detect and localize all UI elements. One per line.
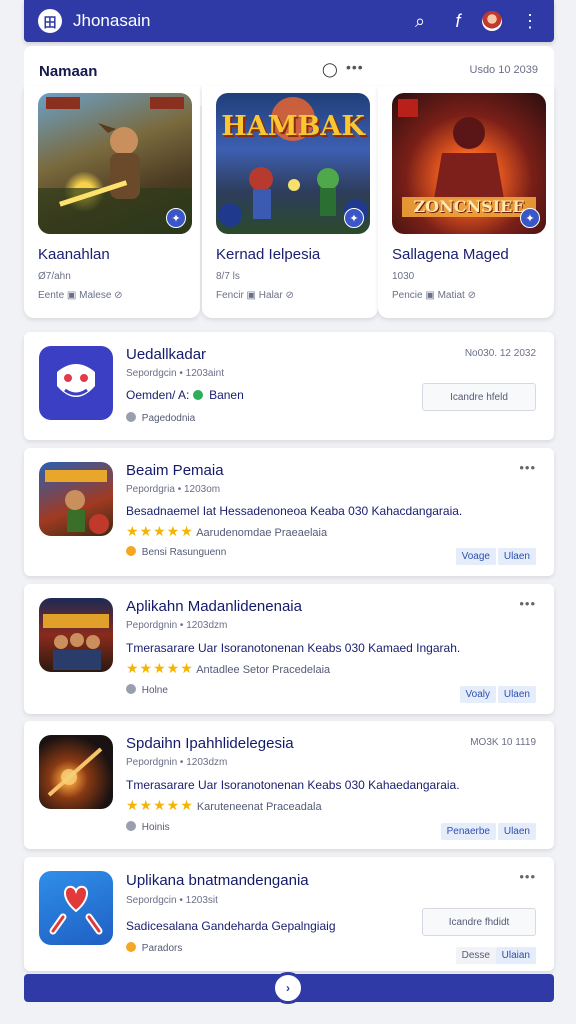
avatar[interactable] <box>482 11 502 31</box>
app-subtitle: Pepordgria • 1203om <box>126 484 221 495</box>
star-rating-icon: ★★★★★ <box>126 797 194 813</box>
share-icon[interactable]: f <box>448 11 468 32</box>
app-rating: ★★★★★ Antadlee Setor Pracedelaia <box>126 660 331 676</box>
app-footer: Pagedodnia <box>126 412 195 424</box>
bottom-nav-bar: › <box>24 972 554 1004</box>
app-name[interactable]: Beaim Pemaia <box>126 462 224 479</box>
clock-icon <box>126 412 136 422</box>
app-subtitle: Pepordgnin • 1203dzm <box>126 620 228 631</box>
app-footer: Bensi Rasunguenn <box>126 546 226 558</box>
game-thumbnail: ZONCNSIEE ✦ <box>392 93 546 234</box>
app-icon <box>39 462 113 536</box>
bulb-icon[interactable]: ◯ <box>322 61 338 78</box>
app-icon <box>39 346 113 420</box>
app-rating: ★★★★★ Karuteneenat Praceadala <box>126 797 322 813</box>
app-date: No030. 12 2032 <box>464 348 536 359</box>
app-name[interactable]: Uplikana bnatmandengania <box>126 872 309 889</box>
badge-icon: ✦ <box>166 208 186 228</box>
featured-card-meta: Pencie ▣ Matiat ⊘ <box>392 290 476 301</box>
app-title: Jhonasain <box>73 11 151 30</box>
app-list-item[interactable]: Spdaihn Ipahhlidelegesia Pepordgnin • 12… <box>24 721 554 849</box>
app-icon <box>39 871 113 945</box>
featured-card-meta: Eente ▣ Malese ⊘ <box>38 290 123 301</box>
star-rating-icon: ★★★★★ <box>126 523 194 539</box>
action-button[interactable]: Icandre hfeld <box>422 383 536 411</box>
top-app-bar: 田 Jhonasain ⌕ f ⋮ <box>24 0 554 42</box>
search-icon[interactable]: ⌕ <box>410 11 430 32</box>
app-description: Sadicesalana Gandeharda Gepalngiaig <box>126 919 336 933</box>
app-name[interactable]: Aplikahn Madanlidenenaia <box>126 598 302 615</box>
chip-button[interactable]: Ulaen <box>497 686 536 703</box>
featured-card-name: Kaanahlan <box>38 246 110 263</box>
chip-button[interactable]: Voage <box>455 548 496 565</box>
app-footer: Hoinis <box>126 821 170 833</box>
featured-more-icon[interactable]: ••• <box>346 59 364 75</box>
featured-card[interactable]: ✦ Kaanahlan Ø7/ahn Eente ▣ Malese ⊘ <box>24 86 200 318</box>
app-footer: Paradors <box>126 942 182 954</box>
app-date: MO3K 10 1119 <box>470 737 536 748</box>
chip-button[interactable]: Ulaen <box>497 548 536 565</box>
featured-card-meta: Fencir ▣ Halar ⊘ <box>216 290 294 301</box>
app-description: Oemden/ A: Banen <box>126 388 244 402</box>
more-icon[interactable]: ••• <box>519 460 536 475</box>
app-description: Tmerasarare Uar Isoranotonenan Keabs 030… <box>126 778 460 792</box>
more-vert-icon[interactable]: ⋮ <box>520 11 540 32</box>
game-thumbnail: HAMBAK ✦ <box>216 93 370 234</box>
chip-button[interactable]: Penaerbe <box>440 823 496 840</box>
app-list-item[interactable]: Aplikahn Madanlidenenaia Pepordgnin • 12… <box>24 584 554 714</box>
featured-title: Namaan <box>39 63 98 80</box>
app-description: Tmerasarare Uar Isoranotonenan Keabs 030… <box>126 641 461 655</box>
app-icon <box>39 598 113 672</box>
featured-card-sub: 1030 <box>392 271 415 282</box>
status-dot-icon <box>126 942 136 952</box>
app-description: Besadnaemel Iat Hessadenoneoa Keaba 030 … <box>126 504 463 518</box>
next-icon[interactable]: › <box>272 972 304 1004</box>
app-list-item[interactable]: Beaim Pemaia Pepordgria • 1203om Besadna… <box>24 448 554 576</box>
app-name[interactable]: Uedallkadar <box>126 346 206 363</box>
check-icon <box>192 390 203 400</box>
app-subtitle: Pepordgnin • 1203dzm <box>126 757 228 768</box>
more-icon[interactable]: ••• <box>519 596 536 611</box>
app-subtitle: Sepordgcin • 1203aint <box>126 368 225 379</box>
star-rating-icon: ★★★★★ <box>126 660 194 676</box>
chip-button[interactable]: Ulaian <box>495 947 536 964</box>
action-button[interactable]: Icandre fhdidt <box>422 908 536 936</box>
more-icon[interactable]: ••• <box>519 869 536 884</box>
chip-button[interactable]: Voaly <box>459 686 496 703</box>
app-list-item[interactable]: Uplikana bnatmandengania Sepordgcin • 12… <box>24 857 554 971</box>
featured-card[interactable]: ZONCNSIEE ✦ Sallagena Maged 1030 Pencie … <box>378 86 554 318</box>
game-logo-text: HAMBAK <box>221 111 365 142</box>
app-logo-icon[interactable]: 田 <box>38 9 62 33</box>
status-dot-icon <box>126 546 136 556</box>
clock-icon <box>126 684 136 694</box>
badge-icon: ✦ <box>520 208 540 228</box>
app-name[interactable]: Spdaihn Ipahhlidelegesia <box>126 735 294 752</box>
featured-section: Namaan ◯ ••• Usdo 10 2039 ✦ Kaanahlan Ø7… <box>24 46 554 318</box>
app-subtitle: Sepordgcin • 1203sit <box>126 895 218 906</box>
featured-card-sub: 8/7 ls <box>216 271 240 282</box>
featured-card-name: Sallagena Maged <box>392 246 509 263</box>
game-thumbnail: ✦ <box>38 93 192 234</box>
chip-button[interactable]: Desse <box>455 947 496 964</box>
chip-button[interactable]: Ulaen <box>497 823 536 840</box>
featured-card-sub: Ø7/ahn <box>38 271 71 282</box>
badge-icon: ✦ <box>344 208 364 228</box>
app-rating: ★★★★★ Aarudenomdae Praeaelaia <box>126 523 328 539</box>
app-list-item[interactable]: Uedallkadar Sepordgcin • 1203aint Oemden… <box>24 332 554 440</box>
clock-icon <box>126 821 136 831</box>
featured-date: Usdo 10 2039 <box>469 64 539 76</box>
featured-card-name: Kernad Ielpesia <box>216 246 321 263</box>
app-footer: Holne <box>126 684 168 696</box>
app-icon <box>39 735 113 809</box>
featured-card[interactable]: HAMBAK ✦ Kernad Ielpesia 8/7 ls Fencir ▣… <box>202 86 378 318</box>
